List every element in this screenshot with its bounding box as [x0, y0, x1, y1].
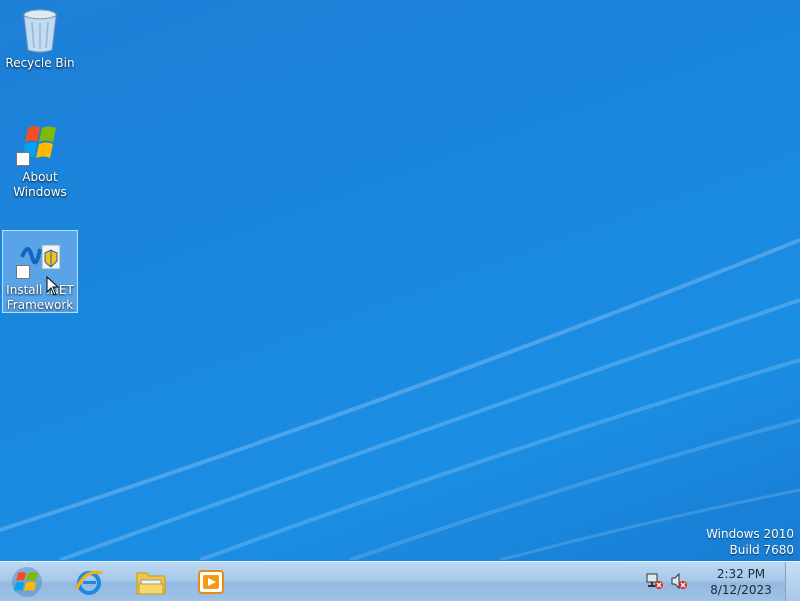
windows-build-watermark: Windows 2010 Build 7680 [706, 526, 794, 558]
taskbar: 2:32 PM 8/12/2023 [0, 561, 800, 601]
shortcut-arrow-icon [16, 152, 30, 166]
taskbar-media-player[interactable] [184, 564, 238, 600]
recycle-bin-icon [18, 8, 62, 53]
desktop-icon-recycle-bin[interactable]: Recycle Bin [2, 4, 78, 71]
network-disconnected-icon[interactable] [646, 572, 664, 590]
show-desktop-button[interactable] [785, 562, 800, 601]
internet-explorer-icon [75, 570, 103, 595]
volume-muted-icon[interactable] [670, 572, 688, 590]
desktop-icon-install-dotnet[interactable]: Install .NET Framework [2, 230, 78, 313]
folder-icon [136, 572, 166, 595]
media-player-icon [198, 570, 224, 594]
watermark-edition: Windows 2010 [706, 527, 794, 541]
desktop-icon-label: About Windows [13, 170, 67, 199]
clock-time: 2:32 PM [716, 567, 766, 581]
desktop-icon-label: Install .NET Framework [6, 283, 74, 312]
taskbar-internet-explorer[interactable] [62, 564, 116, 600]
dotnet-installer-icon [16, 235, 62, 279]
windows-flag-icon [16, 122, 62, 166]
watermark-build: Build 7680 [729, 543, 794, 557]
taskbar-clock[interactable]: 2:32 PM 8/12/2023 [706, 566, 776, 598]
wallpaper [0, 238, 800, 560]
taskbar-file-explorer[interactable] [124, 564, 178, 600]
shortcut-arrow-icon [16, 265, 30, 279]
start-button[interactable] [0, 564, 54, 600]
windows-start-orb-icon [12, 567, 42, 597]
desktop-icon-about-windows[interactable]: About Windows [2, 118, 78, 200]
desktop-icon-label: Recycle Bin [5, 56, 75, 70]
clock-date: 8/12/2023 [710, 583, 772, 597]
mouse-cursor-icon [46, 276, 60, 296]
